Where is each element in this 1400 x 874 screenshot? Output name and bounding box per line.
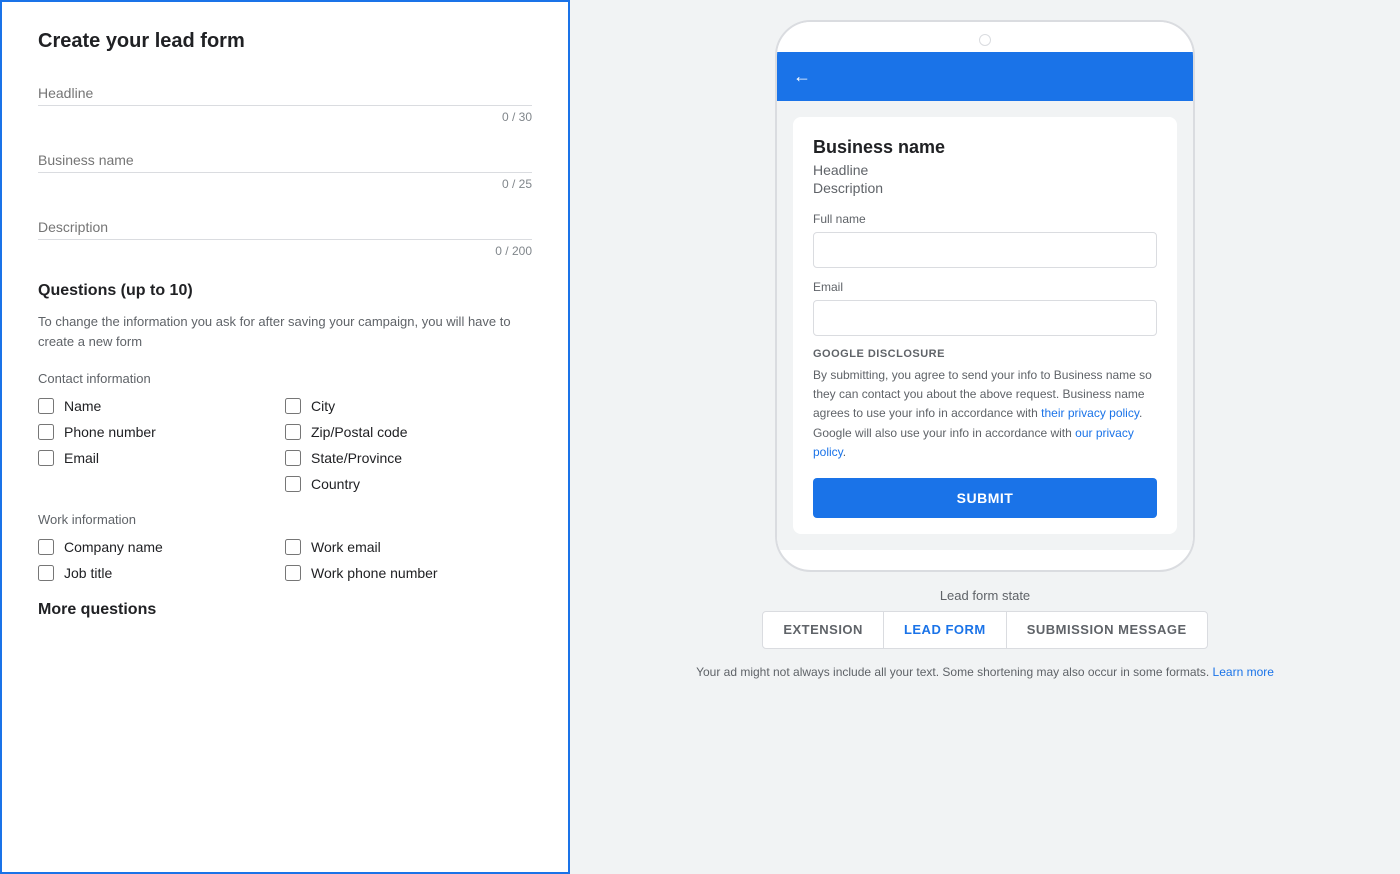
work-checkboxes: Company name Work email Job title Work p…: [38, 539, 532, 581]
headline-char-count: 0 / 30: [38, 110, 532, 124]
tab-submission-message[interactable]: SUBMISSION MESSAGE: [1007, 612, 1207, 647]
checkbox-country-label: Country: [311, 476, 360, 492]
checkbox-phone[interactable]: Phone number: [38, 424, 285, 440]
panel-title: Create your lead form: [38, 30, 532, 53]
submit-button[interactable]: SUBMIT: [813, 478, 1157, 518]
left-panel: Create your lead form 0 / 30 0 / 25 0 / …: [0, 0, 570, 874]
phone-top-bar: [777, 22, 1193, 52]
phone-card: Business name Headline Description Full …: [793, 117, 1177, 534]
phone-mockup: ← Business name Headline Description Ful…: [775, 20, 1195, 572]
checkbox-work-email[interactable]: Work email: [285, 539, 532, 555]
checkbox-city-input[interactable]: [285, 398, 301, 414]
checkbox-name-label: Name: [64, 398, 101, 414]
business-name-input[interactable]: [38, 148, 532, 173]
checkbox-city-label: City: [311, 398, 335, 414]
checkbox-work-email-label: Work email: [311, 539, 381, 555]
phone-content: Business name Headline Description Full …: [777, 101, 1193, 550]
checkbox-state-label: State/Province: [311, 450, 402, 466]
description-char-count: 0 / 200: [38, 244, 532, 258]
checkbox-city[interactable]: City: [285, 398, 532, 414]
checkbox-zip-input[interactable]: [285, 424, 301, 440]
work-section-label: Work information: [38, 512, 532, 527]
phone-email-input: [813, 300, 1157, 336]
tab-extension[interactable]: EXTENSION: [763, 612, 883, 647]
checkbox-state-input[interactable]: [285, 450, 301, 466]
checkbox-phone-input[interactable]: [38, 424, 54, 440]
headline-group: 0 / 30: [38, 81, 532, 124]
checkbox-state[interactable]: State/Province: [285, 450, 532, 466]
back-arrow-icon[interactable]: ←: [793, 66, 811, 87]
phone-header: ←: [777, 52, 1193, 101]
contact-section-label: Contact information: [38, 371, 532, 386]
checkbox-job-title-label: Job title: [64, 565, 112, 581]
checkbox-country-input[interactable]: [285, 476, 301, 492]
lead-form-state: Lead form state EXTENSION LEAD FORM SUBM…: [762, 588, 1207, 649]
checkbox-work-phone-input[interactable]: [285, 565, 301, 581]
tab-lead-form[interactable]: LEAD FORM: [884, 612, 1006, 647]
checkbox-email-label: Email: [64, 450, 99, 466]
disclosure-section: GOOGLE DISCLOSURE By submitting, you agr…: [813, 348, 1157, 462]
disclosure-text: By submitting, you agree to send your in…: [813, 366, 1157, 462]
checkbox-job-title[interactable]: Job title: [38, 565, 285, 581]
headline-input[interactable]: [38, 81, 532, 106]
more-questions-title: More questions: [38, 601, 532, 619]
checkbox-email-input[interactable]: [38, 450, 54, 466]
disclaimer-content: Your ad might not always include all you…: [696, 665, 1209, 679]
contact-checkboxes: Name City Phone number Zip/Postal code E…: [38, 398, 532, 492]
checkbox-phone-label: Phone number: [64, 424, 156, 440]
checkbox-work-email-input[interactable]: [285, 539, 301, 555]
checkbox-company[interactable]: Company name: [38, 539, 285, 555]
phone-camera: [979, 34, 991, 46]
disclaimer-text: Your ad might not always include all you…: [696, 665, 1274, 679]
checkbox-company-label: Company name: [64, 539, 163, 555]
phone-headline: Headline: [813, 162, 1157, 178]
right-panel: ← Business name Headline Description Ful…: [570, 0, 1400, 874]
checkbox-country[interactable]: Country: [285, 476, 532, 492]
checkbox-work-phone-label: Work phone number: [311, 565, 438, 581]
phone-field2-label: Email: [813, 280, 1157, 294]
privacy-policy-link1[interactable]: their privacy policy: [1041, 406, 1139, 420]
checkbox-name[interactable]: Name: [38, 398, 285, 414]
lead-form-state-label: Lead form state: [762, 588, 1207, 603]
business-name-group: 0 / 25: [38, 148, 532, 191]
phone-description: Description: [813, 180, 1157, 196]
checkbox-job-title-input[interactable]: [38, 565, 54, 581]
questions-title: Questions (up to 10): [38, 282, 532, 300]
phone-business-name: Business name: [813, 137, 1157, 158]
disclosure-title: GOOGLE DISCLOSURE: [813, 348, 1157, 360]
business-name-char-count: 0 / 25: [38, 177, 532, 191]
questions-desc: To change the information you ask for af…: [38, 312, 532, 351]
description-input[interactable]: [38, 215, 532, 240]
disclosure-text3: .: [843, 445, 846, 459]
phone-field1-label: Full name: [813, 212, 1157, 226]
checkbox-name-input[interactable]: [38, 398, 54, 414]
learn-more-link[interactable]: Learn more: [1213, 665, 1274, 679]
checkbox-work-phone[interactable]: Work phone number: [285, 565, 532, 581]
checkbox-zip[interactable]: Zip/Postal code: [285, 424, 532, 440]
checkbox-email[interactable]: Email: [38, 450, 285, 466]
phone-fullname-input: [813, 232, 1157, 268]
state-tabs: EXTENSION LEAD FORM SUBMISSION MESSAGE: [762, 611, 1207, 649]
checkbox-zip-label: Zip/Postal code: [311, 424, 408, 440]
description-group: 0 / 200: [38, 215, 532, 258]
checkbox-company-input[interactable]: [38, 539, 54, 555]
